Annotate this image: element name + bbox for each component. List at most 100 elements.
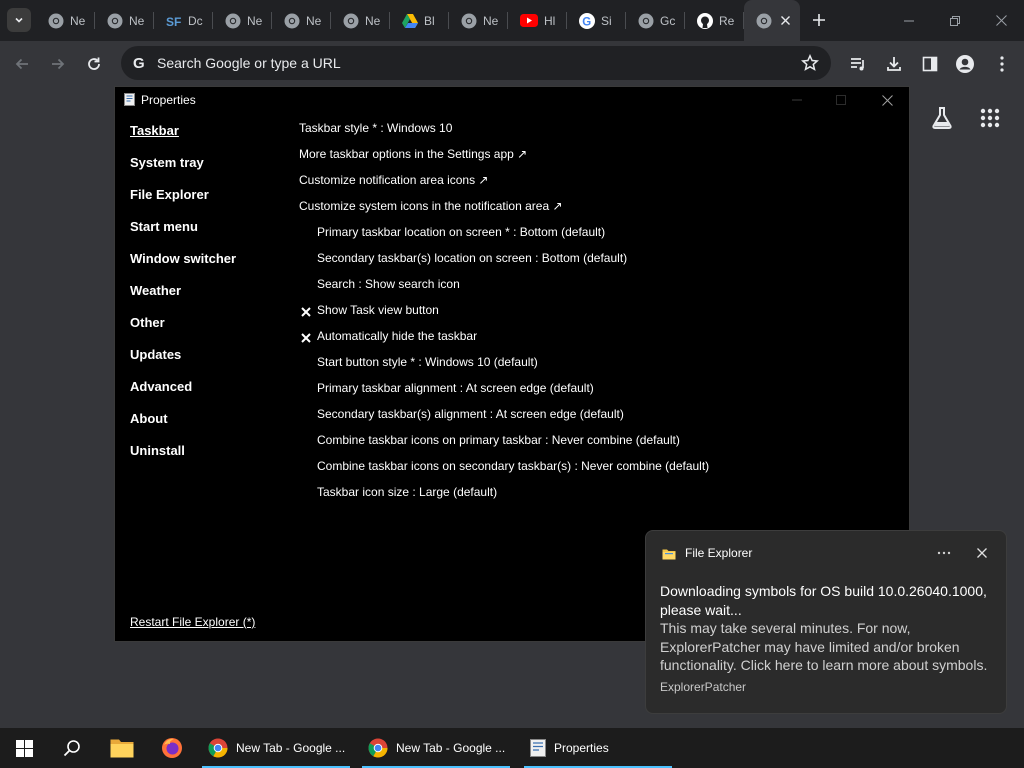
- option-item[interactable]: Automatically hide the taskbar: [317, 329, 477, 343]
- search-button[interactable]: [48, 728, 96, 768]
- tab[interactable]: Bl: [390, 0, 449, 41]
- tab-title: Gc: [660, 13, 676, 28]
- taskbar-task-button[interactable]: New Tab - Google ...: [200, 728, 352, 768]
- sidebar-item-window-switcher[interactable]: Window switcher: [130, 251, 236, 266]
- windows-taskbar: New Tab - Google ... New Tab - Google ...…: [0, 728, 1024, 768]
- sourceforge-icon: SF: [166, 13, 182, 29]
- sidebar-item-other[interactable]: Other: [130, 315, 165, 330]
- taskbar-task-label: Properties: [554, 741, 609, 755]
- close-icon: [995, 15, 1007, 26]
- sidebar-item-weather[interactable]: Weather: [130, 283, 181, 298]
- toast-more-button[interactable]: [932, 543, 956, 563]
- properties-minimize-button[interactable]: [785, 90, 809, 110]
- address-bar-placeholder: Search Google or type a URL: [157, 55, 341, 71]
- search-icon: [63, 740, 80, 757]
- sidebar-item-about[interactable]: About: [130, 411, 168, 426]
- option-item[interactable]: Customize notification area icons ↗: [299, 173, 488, 187]
- option-item[interactable]: More taskbar options in the Settings app…: [299, 147, 527, 161]
- reload-icon: [88, 57, 100, 70]
- toast-app-name: File Explorer: [685, 546, 753, 560]
- sidebar-item-advanced[interactable]: Advanced: [130, 379, 192, 394]
- windows-logo-icon: [15, 739, 33, 757]
- minimize-icon: [904, 20, 914, 21]
- taskbar-firefox-button[interactable]: [148, 728, 196, 768]
- option-item[interactable]: Primary taskbar location on screen * : B…: [317, 225, 605, 239]
- tab[interactable]: Ne: [331, 0, 390, 41]
- close-window-button[interactable]: [978, 0, 1024, 41]
- sidebar-item-file-explorer[interactable]: File Explorer: [130, 187, 209, 202]
- profile-button[interactable]: [953, 52, 977, 76]
- option-item[interactable]: Secondary taskbar(s) location on screen …: [317, 251, 627, 265]
- tab-title: Si: [601, 13, 612, 28]
- chrome-labs-icon[interactable]: [930, 106, 954, 135]
- new-tab-button[interactable]: [808, 9, 830, 31]
- toast-title: Downloading symbols for OS build 10.0.26…: [660, 583, 987, 618]
- restore-button[interactable]: [932, 0, 978, 41]
- tab[interactable]: Hl: [508, 0, 567, 41]
- tab-active[interactable]: [744, 0, 800, 41]
- side-panel-button[interactable]: [918, 52, 942, 76]
- taskbar-task-button[interactable]: New Tab - Google ...: [360, 728, 512, 768]
- chrome-icon: [48, 13, 64, 29]
- folder-icon: [662, 547, 676, 565]
- folder-icon: [110, 739, 134, 758]
- arrow-right-icon: [52, 58, 65, 70]
- media-controls-button[interactable]: [846, 52, 870, 76]
- option-item[interactable]: Search : Show search icon: [317, 277, 460, 291]
- tab[interactable]: Ne: [95, 0, 154, 41]
- bookmark-star-icon[interactable]: [800, 53, 820, 77]
- forward-button[interactable]: [46, 52, 70, 76]
- firefox-icon: [162, 738, 182, 758]
- chrome-menu-button[interactable]: [990, 52, 1014, 76]
- sidebar-item-taskbar[interactable]: Taskbar: [130, 123, 179, 138]
- reload-button[interactable]: [82, 52, 106, 76]
- tab-search-button[interactable]: [7, 8, 31, 32]
- option-item[interactable]: Secondary taskbar(s) alignment : At scre…: [317, 407, 624, 421]
- notification-toast[interactable]: File Explorer Downloading symbols for OS…: [645, 530, 1007, 714]
- option-item[interactable]: Taskbar icon size : Large (default): [317, 485, 497, 499]
- tab-title: Ne: [70, 13, 86, 28]
- tab-close-button[interactable]: [781, 12, 790, 30]
- address-bar[interactable]: G Search Google or type a URL: [121, 46, 831, 80]
- option-item[interactable]: Customize system icons in the notificati…: [299, 199, 563, 213]
- tab[interactable]: Re: [685, 0, 744, 41]
- tab[interactable]: G Si: [567, 0, 626, 41]
- google-apps-icon[interactable]: [980, 108, 1000, 133]
- plus-icon: [813, 14, 825, 26]
- sidebar-item-updates[interactable]: Updates: [130, 347, 181, 362]
- downloads-button[interactable]: [882, 52, 906, 76]
- properties-titlebar[interactable]: Properties: [115, 87, 909, 113]
- chrome-icon: [208, 738, 228, 758]
- tab[interactable]: Ne: [272, 0, 331, 41]
- option-item[interactable]: Combine taskbar icons on primary taskbar…: [317, 433, 680, 447]
- properties-close-button[interactable]: [875, 90, 899, 110]
- download-icon: [887, 57, 901, 71]
- option-item[interactable]: Combine taskbar icons on secondary taskb…: [317, 459, 709, 473]
- sidebar-item-start-menu[interactable]: Start menu: [130, 219, 198, 234]
- back-button[interactable]: [10, 52, 34, 76]
- chevron-down-icon: [15, 17, 23, 23]
- option-item[interactable]: Taskbar style * : Windows 10: [299, 121, 452, 135]
- start-button[interactable]: [0, 728, 48, 768]
- youtube-icon: [520, 14, 538, 27]
- minimize-button[interactable]: [886, 0, 932, 41]
- tab[interactable]: Gc: [626, 0, 685, 41]
- option-item[interactable]: Primary taskbar alignment : At screen ed…: [317, 381, 594, 395]
- chrome-icon: [461, 13, 477, 29]
- taskbar-file-explorer-button[interactable]: [98, 728, 146, 768]
- option-item[interactable]: Show Task view button: [317, 303, 439, 317]
- option-item[interactable]: Start button style * : Windows 10 (defau…: [317, 355, 538, 369]
- restore-icon: [950, 15, 960, 26]
- sidebar-item-uninstall[interactable]: Uninstall: [130, 443, 185, 458]
- toast-close-button[interactable]: [970, 543, 994, 563]
- tab[interactable]: Ne: [449, 0, 508, 41]
- tab[interactable]: SF Dc: [154, 0, 213, 41]
- svg-text:G: G: [133, 55, 145, 72]
- restart-file-explorer-link[interactable]: Restart File Explorer (*): [130, 615, 255, 629]
- tab[interactable]: Ne: [213, 0, 272, 41]
- taskbar-task-label: New Tab - Google ...: [396, 741, 506, 755]
- properties-maximize-button[interactable]: [829, 90, 853, 110]
- sidebar-item-system-tray[interactable]: System tray: [130, 155, 204, 170]
- tab[interactable]: Ne: [36, 0, 95, 41]
- taskbar-task-button[interactable]: Properties: [522, 728, 674, 768]
